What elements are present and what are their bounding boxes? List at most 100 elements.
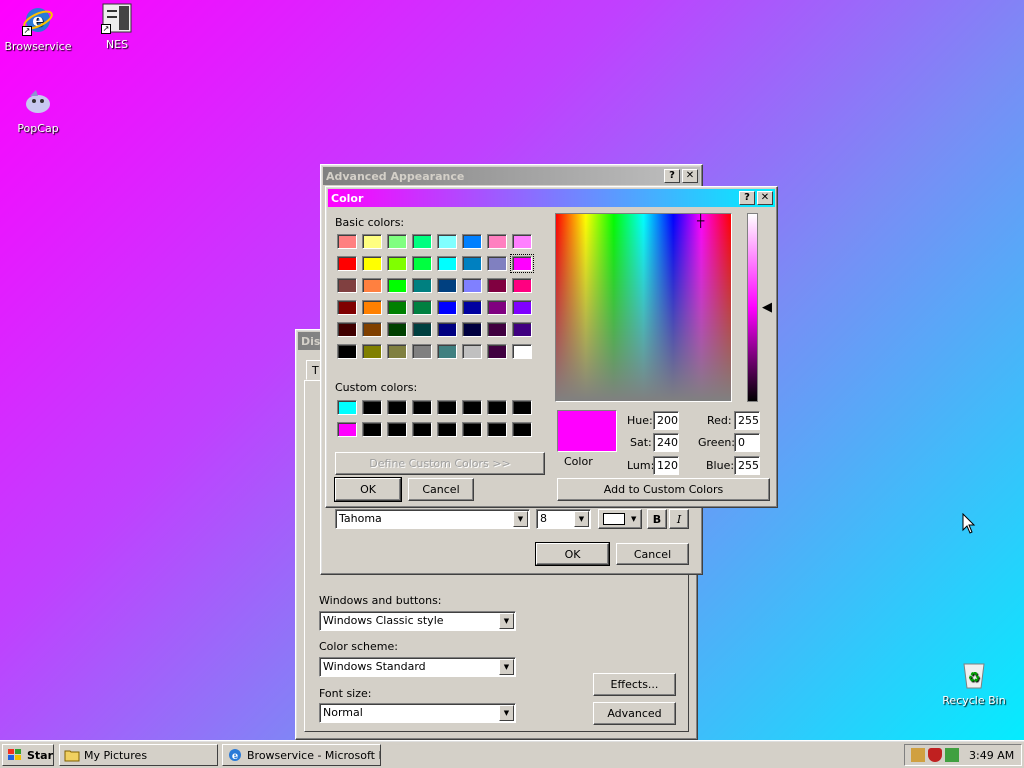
basic-color-swatch[interactable]: [362, 234, 382, 249]
basic-color-swatch[interactable]: [512, 322, 532, 337]
effects-button[interactable]: Effects...: [593, 673, 676, 696]
color-spectrum[interactable]: [555, 213, 732, 402]
basic-color-swatch[interactable]: [337, 256, 357, 271]
desktop-icon-popcap[interactable]: PopCap: [0, 86, 76, 135]
desktop-icon-browservice[interactable]: e ↗ Browservice: [0, 4, 76, 53]
lum-input[interactable]: 120: [653, 456, 679, 475]
help-icon[interactable]: ?: [739, 191, 755, 205]
network-icon[interactable]: [911, 748, 925, 762]
task-my-pictures[interactable]: My Pictures: [59, 744, 218, 766]
basic-color-swatch[interactable]: [412, 278, 432, 293]
custom-color-swatch[interactable]: [437, 400, 457, 415]
cancel-button[interactable]: Cancel: [616, 543, 689, 565]
add-to-custom-colors-button[interactable]: Add to Custom Colors: [557, 478, 770, 501]
basic-color-swatch[interactable]: [462, 322, 482, 337]
help-icon[interactable]: ?: [664, 169, 680, 183]
basic-color-swatch[interactable]: [437, 344, 457, 359]
start-button[interactable]: Start: [2, 744, 54, 766]
basic-color-swatch[interactable]: [437, 322, 457, 337]
custom-color-swatch[interactable]: [462, 422, 482, 437]
basic-color-swatch[interactable]: [487, 322, 507, 337]
basic-color-swatch[interactable]: [487, 344, 507, 359]
basic-color-swatch[interactable]: [487, 278, 507, 293]
custom-color-swatch[interactable]: [512, 422, 532, 437]
basic-color-swatch[interactable]: [412, 300, 432, 315]
desktop-icon-nes[interactable]: ↗ NES: [79, 2, 155, 51]
chevron-down-icon[interactable]: ▼: [574, 511, 589, 527]
basic-color-swatch[interactable]: [437, 300, 457, 315]
slider-pointer-icon[interactable]: ◀: [762, 301, 772, 314]
basic-color-swatch[interactable]: [437, 278, 457, 293]
font-size-select[interactable]: Normal ▼: [319, 703, 516, 723]
basic-color-swatch[interactable]: [337, 322, 357, 337]
security-icon[interactable]: [945, 748, 959, 762]
basic-color-swatch[interactable]: [387, 256, 407, 271]
advanced-button[interactable]: Advanced: [593, 702, 676, 725]
basic-color-swatch[interactable]: [387, 322, 407, 337]
bold-button[interactable]: B: [647, 509, 667, 529]
sat-input[interactable]: 240: [653, 433, 679, 452]
basic-color-swatch[interactable]: [412, 234, 432, 249]
basic-color-swatch[interactable]: [412, 322, 432, 337]
basic-color-swatch[interactable]: [487, 256, 507, 271]
basic-color-swatch[interactable]: [512, 234, 532, 249]
custom-color-swatch[interactable]: [362, 422, 382, 437]
basic-color-swatch[interactable]: [387, 234, 407, 249]
red-input[interactable]: 255: [734, 411, 760, 430]
blue-input[interactable]: 255: [734, 456, 760, 475]
italic-button[interactable]: I: [669, 509, 689, 529]
basic-color-swatch[interactable]: [337, 234, 357, 249]
basic-color-swatch[interactable]: [337, 344, 357, 359]
custom-color-swatch[interactable]: [462, 400, 482, 415]
font-select[interactable]: Tahoma ▼: [335, 509, 530, 529]
shield-icon[interactable]: [928, 748, 942, 762]
basic-color-swatch[interactable]: [337, 278, 357, 293]
custom-color-swatch[interactable]: [487, 422, 507, 437]
chevron-down-icon[interactable]: ▼: [499, 613, 514, 629]
desktop-icon-recycle-bin[interactable]: ♻ Recycle Bin: [936, 658, 1012, 707]
close-icon[interactable]: ✕: [757, 191, 773, 205]
basic-color-swatch[interactable]: [387, 300, 407, 315]
basic-color-swatch[interactable]: [387, 278, 407, 293]
basic-color-swatch[interactable]: [437, 234, 457, 249]
windows-buttons-select[interactable]: Windows Classic style ▼: [319, 611, 516, 631]
basic-color-swatch[interactable]: [462, 344, 482, 359]
custom-color-swatch[interactable]: [387, 422, 407, 437]
luminosity-slider[interactable]: [747, 213, 758, 402]
basic-color-swatch[interactable]: [362, 322, 382, 337]
basic-color-swatch[interactable]: [362, 278, 382, 293]
custom-color-swatch[interactable]: [337, 400, 357, 415]
task-browservice[interactable]: e Browservice - Microsoft I...: [222, 744, 381, 766]
basic-color-swatch[interactable]: [362, 300, 382, 315]
custom-color-swatch[interactable]: [412, 400, 432, 415]
basic-color-swatch[interactable]: [487, 300, 507, 315]
color-scheme-select[interactable]: Windows Standard ▼: [319, 657, 516, 677]
custom-color-swatch[interactable]: [412, 422, 432, 437]
custom-color-swatch[interactable]: [487, 400, 507, 415]
basic-color-swatch[interactable]: [412, 344, 432, 359]
close-icon[interactable]: ✕: [682, 169, 698, 183]
basic-color-swatch[interactable]: [510, 254, 534, 273]
basic-color-swatch[interactable]: [462, 278, 482, 293]
font-color-button[interactable]: ▼: [598, 509, 642, 529]
basic-color-swatch[interactable]: [462, 300, 482, 315]
custom-color-swatch[interactable]: [362, 400, 382, 415]
custom-color-swatch[interactable]: [512, 400, 532, 415]
basic-color-swatch[interactable]: [512, 278, 532, 293]
ok-button[interactable]: OK: [334, 477, 402, 502]
basic-color-swatch[interactable]: [462, 234, 482, 249]
chevron-down-icon[interactable]: ▼: [513, 511, 528, 527]
basic-color-swatch[interactable]: [412, 256, 432, 271]
color-dialog-titlebar[interactable]: Color ? ✕: [328, 189, 775, 207]
green-input[interactable]: 0: [734, 433, 760, 452]
ok-button[interactable]: OK: [535, 542, 610, 566]
chevron-down-icon[interactable]: ▼: [499, 659, 514, 675]
hue-input[interactable]: 200: [653, 411, 679, 430]
basic-color-swatch[interactable]: [362, 344, 382, 359]
chevron-down-icon[interactable]: ▼: [499, 705, 514, 721]
basic-color-swatch[interactable]: [462, 256, 482, 271]
basic-color-swatch[interactable]: [512, 300, 532, 315]
advanced-appearance-titlebar[interactable]: Advanced Appearance ? ✕: [323, 167, 700, 185]
basic-color-swatch[interactable]: [512, 344, 532, 359]
basic-color-swatch[interactable]: [437, 256, 457, 271]
